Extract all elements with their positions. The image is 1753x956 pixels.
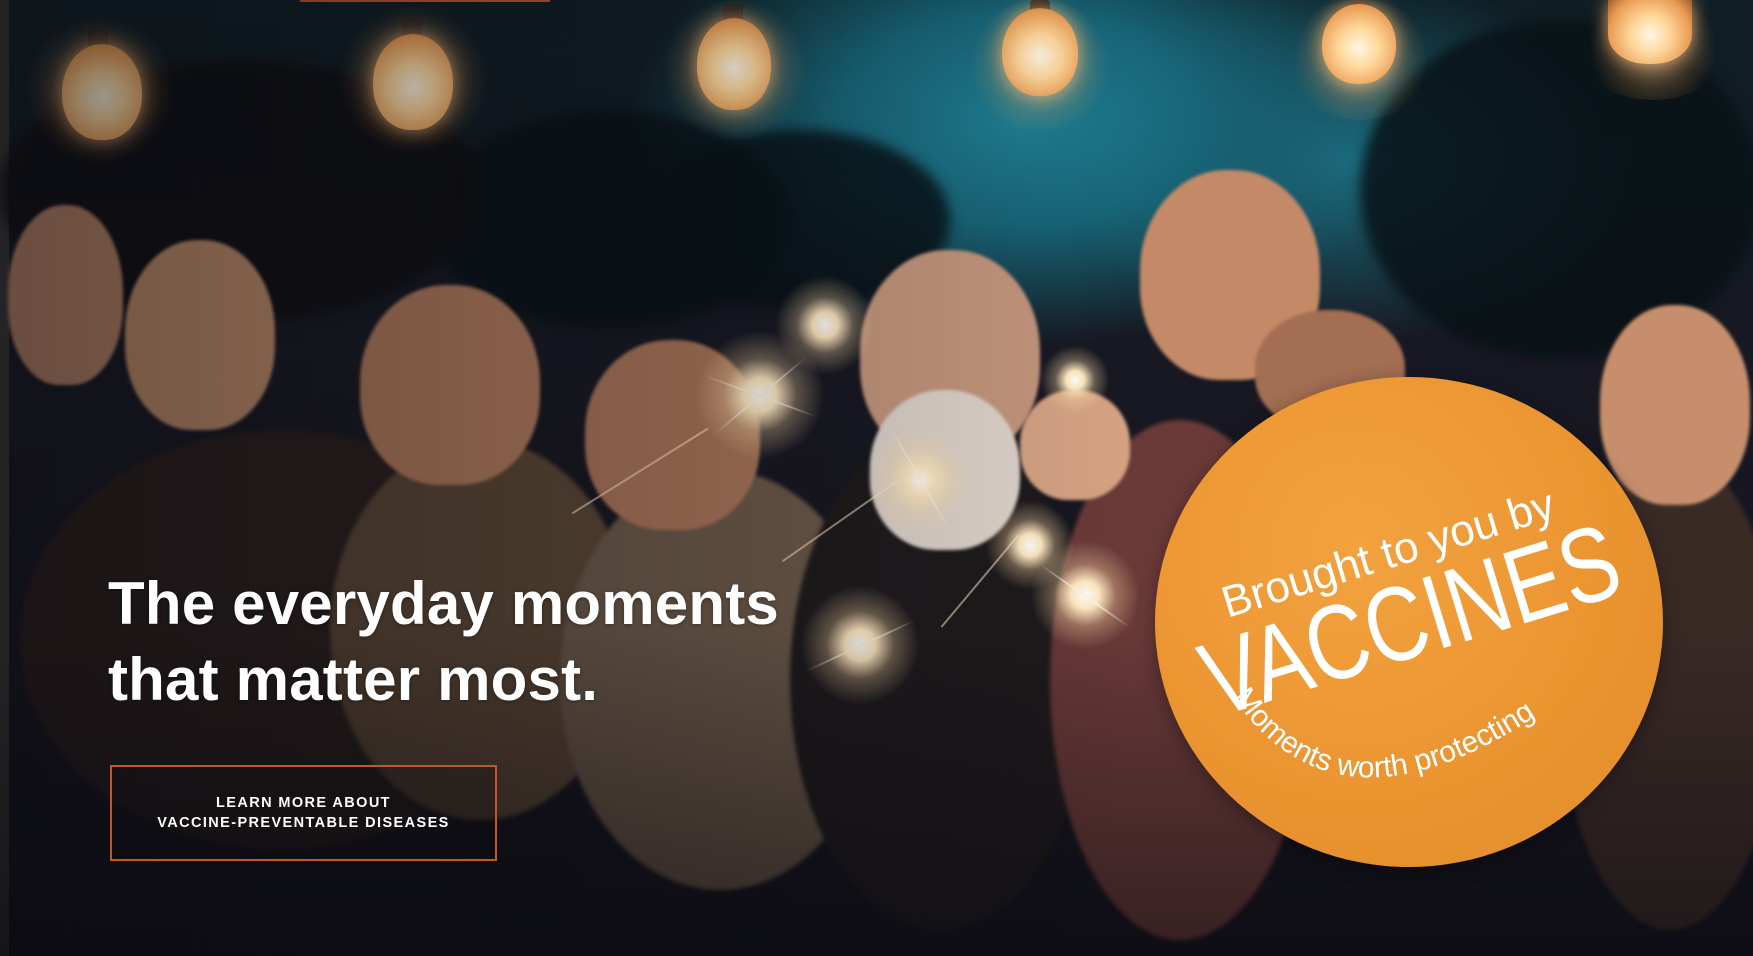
learn-more-button[interactable]: LEARN MORE ABOUT VACCINE-PREVENTABLE DIS…	[110, 765, 497, 861]
cta-label-line-2: VACCINE-PREVENTABLE DISEASES	[157, 815, 450, 831]
badge-text-graphic: Brought to you by VACCINES Moments worth…	[1155, 377, 1633, 785]
vaccines-badge: Brought to you by VACCINES Moments worth…	[1155, 377, 1663, 867]
cta-label-line-1: LEARN MORE ABOUT	[216, 795, 391, 811]
headline-line-1: The everyday moments	[108, 570, 779, 637]
hero-headline: The everyday moments that matter most.	[108, 566, 779, 718]
hero-banner: The everyday moments that matter most. L…	[0, 0, 1753, 956]
headline-line-2: that matter most.	[108, 646, 599, 713]
